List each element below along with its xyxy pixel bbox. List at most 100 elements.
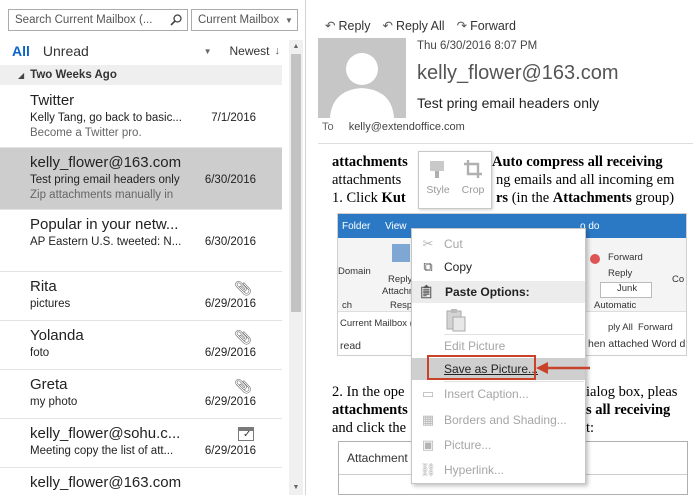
list-item[interactable]: Yolanda foto 6/29/2016 📎︎ — [0, 321, 282, 370]
list-item[interactable]: kelly_flower@sohu.c... Meeting copy the … — [0, 419, 282, 468]
ribbon-label: Resp — [390, 300, 413, 311]
ribbon-label: Junk — [617, 283, 638, 294]
paste-icon: 📋︎ — [418, 284, 435, 299]
message-subject-row: pictures 6/29/2016 — [30, 298, 256, 313]
to-label: To — [322, 121, 334, 133]
highlight-box — [427, 355, 536, 380]
avatar — [318, 38, 406, 118]
body-line: 1. Click Kut rs (in the Attachments group… — [332, 190, 674, 207]
message-date: 6/29/2016 — [204, 347, 256, 359]
tab-folder: Folder — [342, 221, 371, 232]
body-line: and click the t: — [332, 420, 594, 437]
ribbon-label: Reply — [388, 274, 413, 285]
forward-button[interactable]: ↷ Forward — [457, 18, 516, 33]
message-subject-row: foto 6/29/2016 — [30, 347, 256, 362]
reply-button[interactable]: ↶ Reply — [325, 18, 370, 33]
list-item[interactable]: Rita pictures 6/29/2016 📎︎ — [0, 272, 282, 321]
ribbon-label: Forward — [608, 252, 643, 263]
menu-item-hyperlink[interactable]: ⛓ Hyperlink... — [412, 459, 585, 481]
menu-item-label: Edit Picture — [444, 339, 506, 353]
body-text: attachments — [332, 172, 402, 188]
message-date: 6/29/2016 — [204, 445, 256, 457]
ribbon-label: ply All — [608, 322, 633, 333]
body-text: 2. In the ope — [332, 384, 405, 400]
meeting-icon — [238, 427, 254, 441]
message-from: kelly_flower@sohu.c... — [30, 425, 181, 442]
crop-icon — [464, 160, 482, 178]
list-item[interactable]: kelly_flower@163.com — [0, 468, 282, 495]
borders-icon: ▦ — [421, 412, 435, 427]
message-date: 6/30/2016 — [204, 174, 256, 186]
menu-item-label: Insert Caption... — [444, 387, 529, 401]
message-subject-row: my photo 6/29/2016 — [30, 396, 256, 411]
body-text: rs — [496, 190, 509, 206]
header-divider — [318, 143, 693, 144]
message-subject: Test pring email headers only — [30, 174, 180, 186]
message-from: Twitter — [30, 92, 75, 109]
style-button[interactable]: Style — [421, 158, 455, 196]
message-date: Thu 6/30/2016 8:07 PM — [417, 40, 538, 52]
paintbrush-icon — [430, 161, 444, 178]
filter-unread[interactable]: Unread — [43, 43, 89, 59]
sender-name: kelly_flower@163.com — [417, 62, 619, 84]
search-scope-dropdown[interactable]: Current Mailbox ▼ — [191, 9, 298, 31]
list-item[interactable]: Twitter Kelly Tang, go back to basic... … — [0, 86, 282, 148]
paste-picture-icon[interactable] — [444, 307, 468, 333]
sort-newest[interactable]: Newest — [229, 44, 269, 58]
group-label: Two Weeks Ago — [30, 69, 117, 81]
list-item[interactable]: Popular in your netw... AP Eastern U.S. … — [0, 210, 282, 272]
list-item-selected[interactable]: kelly_flower@163.com Test pring email he… — [0, 148, 282, 210]
search-scope-value: Current Mailbox — [198, 14, 280, 26]
body-text: s all receiving — [586, 402, 671, 418]
to-line: To kelly@extendoffice.com — [322, 121, 465, 133]
scissors-icon: ✂ — [422, 236, 434, 251]
tab-view: View — [385, 221, 407, 232]
message-subject-row: Meeting copy the list of att... 6/29/201… — [30, 445, 256, 460]
reply-all-icon: ↶ — [382, 19, 393, 33]
message-subject-row: Test pring email headers only 6/30/2016 — [30, 174, 256, 189]
menu-item-borders-shading[interactable]: ▦ Borders and Shading... — [412, 409, 585, 431]
menu-item-edit-picture[interactable]: Edit Picture — [412, 335, 585, 357]
ribbon-label: Forward — [638, 322, 673, 333]
message-actions: ↶ Reply ↶ Reply All ↷ Forward — [325, 18, 516, 33]
scroll-down-icon[interactable]: ▼ — [289, 481, 303, 495]
filter-dropdown-icon[interactable]: ▼ — [204, 47, 212, 56]
message-list-pane: Search Current Mailbox (... Current Mail… — [0, 0, 306, 495]
menu-item-insert-caption[interactable]: ▭ Insert Caption... — [412, 383, 585, 405]
paste-options-header: 📋︎ Paste Options: — [412, 281, 585, 303]
menu-item-copy[interactable]: ⧉ Copy — [412, 256, 585, 278]
menu-item-cut[interactable]: ✂ Cut — [412, 233, 585, 255]
paste-options-label: Paste Options: — [445, 285, 530, 299]
body-text: (in the — [508, 190, 553, 206]
body-text: Attachments — [552, 190, 632, 206]
crop-label: Crop — [461, 184, 485, 196]
scrollbar-thumb[interactable] — [291, 54, 301, 312]
body-text: attachments — [332, 402, 408, 418]
reply-icon: ↶ — [325, 19, 336, 33]
reply-icon — [392, 244, 410, 262]
body-text: Auto compress all receiving — [492, 154, 663, 170]
arrow-down-icon[interactable]: ↓ — [275, 45, 281, 57]
to-address[interactable]: kelly@extendoffice.com — [349, 121, 465, 133]
collapse-triangle-icon[interactable]: ◢ — [18, 71, 24, 80]
group-header[interactable]: ◢ Two Weeks Ago — [0, 65, 282, 85]
message-date: 7/1/2016 — [211, 112, 256, 124]
paperclip-icon: 📎︎ — [234, 329, 252, 345]
menu-item-picture[interactable]: ▣ Picture... — [412, 434, 585, 456]
body-line: attachments Auto compress all receiving — [332, 154, 663, 171]
body-line: attachments ng emails and all incoming e… — [332, 172, 674, 189]
paperclip-icon: 📎︎ — [234, 280, 252, 296]
ribbon-label: Domain — [338, 266, 371, 277]
reply-label: Reply — [338, 19, 371, 33]
message-list-scrollbar[interactable]: ▲ ▼ — [289, 40, 303, 495]
scroll-up-icon[interactable]: ▲ — [289, 40, 303, 54]
list-item[interactable]: Greta my photo 6/29/2016 📎︎ — [0, 370, 282, 419]
filter-all[interactable]: All — [12, 43, 30, 59]
message-from: Popular in your netw... — [30, 216, 179, 233]
crop-button[interactable]: Crop — [456, 158, 490, 196]
ribbon-label: Automatic — [594, 300, 637, 311]
reply-all-button[interactable]: ↶ Reply All — [382, 18, 444, 33]
search-input[interactable]: Search Current Mailbox (... — [8, 9, 188, 31]
search-icon[interactable] — [165, 10, 187, 30]
style-label: Style — [426, 184, 450, 196]
